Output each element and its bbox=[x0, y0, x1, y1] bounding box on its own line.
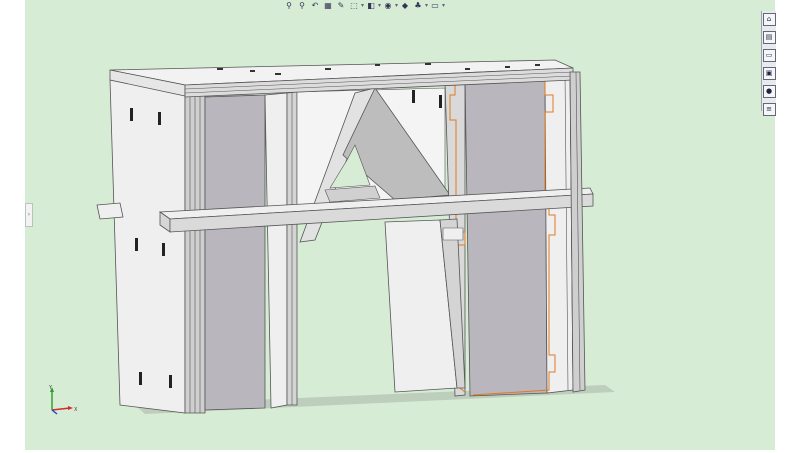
view-settings-icon[interactable]: ▭ bbox=[429, 1, 441, 11]
right-end-panel bbox=[569, 71, 586, 393]
separator-icon: ▾ bbox=[442, 2, 446, 9]
custom-properties-icon[interactable]: ≡ bbox=[762, 103, 776, 116]
task-pane-tabs: ⌂ ▤ ▭ ▣ ● ≡ bbox=[761, 11, 776, 116]
section-view-icon[interactable]: ▦ bbox=[322, 1, 334, 11]
model-view[interactable] bbox=[25, 0, 775, 450]
separator-icon: ▾ bbox=[425, 2, 429, 9]
dynamic-annotation-icon[interactable]: ✎ bbox=[335, 1, 347, 11]
triad-x-label: X bbox=[74, 407, 78, 413]
left-inner-face bbox=[204, 94, 266, 411]
left-inner-column bbox=[264, 92, 288, 409]
hide-show-items-icon[interactable]: ◉ bbox=[382, 1, 394, 11]
reference-triad: X Y bbox=[48, 385, 78, 415]
feature-manager-collapse-handle[interactable]: › bbox=[25, 203, 33, 227]
left-beam-stub bbox=[96, 202, 124, 220]
zoom-to-fit-icon[interactable]: ⚲ bbox=[283, 1, 295, 11]
view-orientation-icon[interactable]: ⬚ bbox=[348, 1, 360, 11]
design-library-icon[interactable]: ▤ bbox=[762, 31, 776, 44]
appearances-icon[interactable]: ● bbox=[762, 85, 776, 98]
heads-up-view-toolbar: ⚲ ⚲ ↶ ▦ ✎ ⬚ ▾ ◧ ▾ ◉ ▾ ◆ ♣ ▾ ▭ ▾ bbox=[283, 0, 483, 12]
triad-z-axis bbox=[51, 409, 58, 415]
home-icon[interactable]: ⌂ bbox=[762, 13, 776, 26]
right-module-face bbox=[464, 73, 548, 397]
triad-x-axis bbox=[51, 407, 71, 411]
status-bar bbox=[25, 448, 175, 453]
zoom-to-area-icon[interactable]: ⚲ bbox=[296, 1, 308, 11]
edit-appearance-icon[interactable]: ◆ bbox=[399, 1, 411, 11]
apply-scene-icon[interactable]: ♣ bbox=[412, 1, 424, 11]
separator-icon: ▾ bbox=[361, 2, 365, 9]
display-style-icon[interactable]: ◧ bbox=[365, 1, 377, 11]
graphics-area[interactable] bbox=[25, 0, 775, 450]
file-explorer-icon[interactable]: ▭ bbox=[762, 49, 776, 62]
separator-icon: ▾ bbox=[395, 2, 399, 9]
previous-view-icon[interactable]: ↶ bbox=[309, 1, 321, 11]
separator-icon: ▾ bbox=[378, 2, 382, 9]
left-end-panel-outer bbox=[109, 79, 186, 414]
view-palette-icon[interactable]: ▣ bbox=[762, 67, 776, 80]
center-panel-notch bbox=[442, 227, 464, 241]
